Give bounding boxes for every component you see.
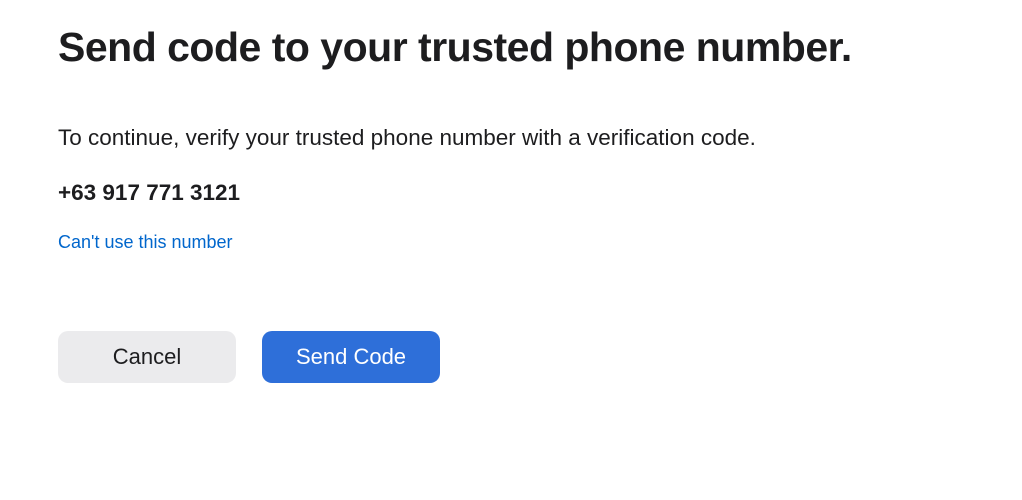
button-row: Cancel Send Code (58, 331, 964, 383)
cancel-button[interactable]: Cancel (58, 331, 236, 383)
send-code-button[interactable]: Send Code (262, 331, 440, 383)
trusted-phone-number: +63 917 771 3121 (58, 180, 964, 206)
cant-use-number-link[interactable]: Can't use this number (58, 232, 233, 253)
dialog-description: To continue, verify your trusted phone n… (58, 123, 964, 152)
dialog-heading: Send code to your trusted phone number. (58, 24, 964, 71)
